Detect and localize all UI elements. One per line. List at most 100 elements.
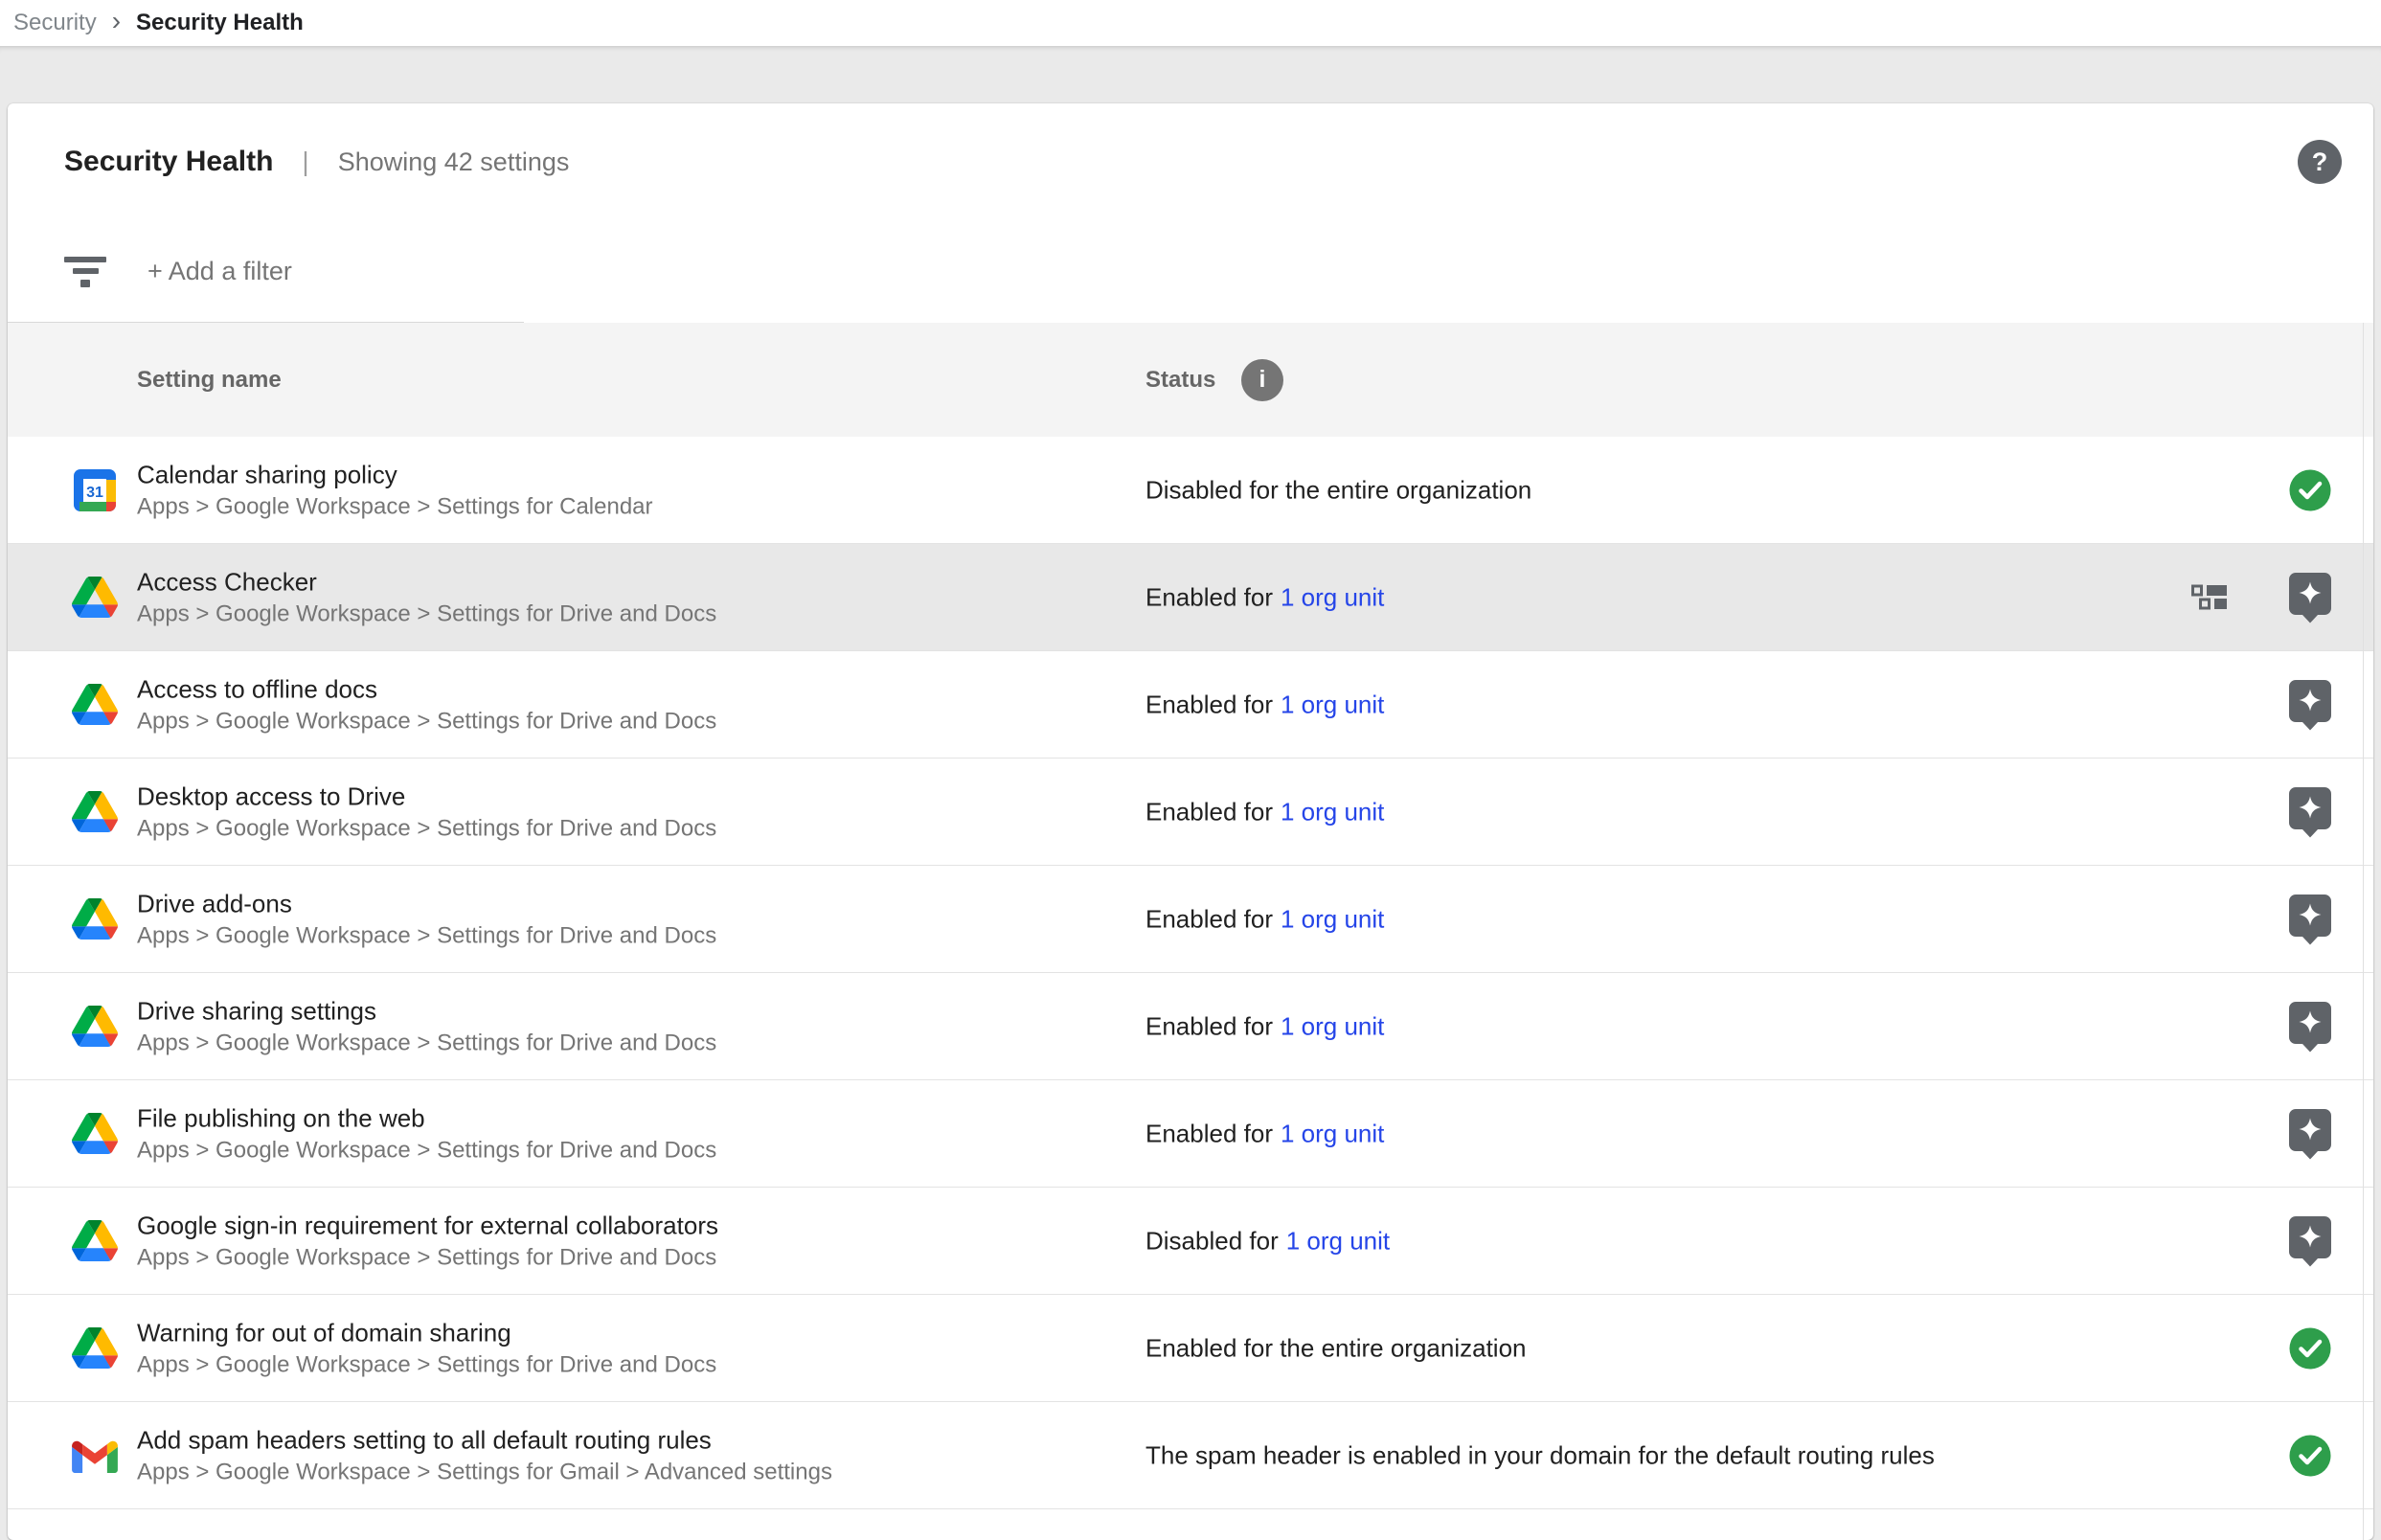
status-ok-check-icon [2288, 1434, 2332, 1478]
setting-row[interactable]: Google sign-in requirement for external … [8, 1188, 2373, 1295]
row-trailing-icons [2288, 1215, 2332, 1267]
setting-row[interactable]: Warning for out of domain sharing Apps >… [8, 1295, 2373, 1402]
settings-list: 31 Calendar sharing policy Apps > Google… [8, 437, 2373, 1509]
status-org-unit-link[interactable]: 1 org unit [1286, 1226, 1390, 1255]
status-text: Enabled for [1145, 904, 1273, 933]
row-text: Google sign-in requirement for external … [137, 1209, 718, 1273]
app-icon [72, 1433, 118, 1479]
app-icon [72, 896, 118, 942]
setting-path: Apps > Google Workspace > Settings for D… [137, 705, 716, 736]
row-text: Calendar sharing policy Apps > Google Wo… [137, 458, 653, 522]
status-text: Enabled for the entire organization [1145, 1333, 1527, 1362]
org-units-icon [2191, 584, 2234, 610]
setting-name: Google sign-in requirement for external … [137, 1209, 718, 1241]
recommendation-flag-icon[interactable] [2288, 572, 2332, 623]
setting-status: Disabled for the entire organization [1145, 475, 1531, 505]
row-trailing-icons [2288, 1434, 2332, 1478]
recommendation-flag-icon[interactable] [2288, 1108, 2332, 1160]
drive-app-icon [72, 1113, 118, 1154]
drive-app-icon [72, 1006, 118, 1047]
app-icon [72, 1325, 118, 1371]
row-trailing-icons [2288, 1108, 2332, 1160]
setting-row[interactable]: Add spam headers setting to all default … [8, 1402, 2373, 1509]
column-status: Status [1145, 367, 1215, 394]
help-icon[interactable]: ? [2298, 140, 2342, 184]
setting-row[interactable]: Drive add-ons Apps > Google Workspace > … [8, 866, 2373, 973]
breadcrumb-parent-link[interactable]: Security [13, 10, 97, 36]
setting-status: Enabled for1 org unit [1145, 1119, 1384, 1148]
app-icon [72, 1218, 118, 1264]
setting-path: Apps > Google Workspace > Settings for D… [137, 598, 716, 629]
setting-path: Apps > Google Workspace > Settings for D… [137, 1348, 716, 1380]
status-ok-check-icon [2288, 1326, 2332, 1370]
setting-row[interactable]: File publishing on the web Apps > Google… [8, 1080, 2373, 1188]
setting-name: Add spam headers setting to all default … [137, 1423, 832, 1456]
breadcrumb: Security › Security Health [0, 0, 2381, 46]
row-trailing-icons [2288, 786, 2332, 838]
status-org-unit-link[interactable]: 1 org unit [1281, 1119, 1384, 1147]
setting-status: Enabled for 1 org unit [1145, 797, 1384, 827]
recommendation-flag-icon[interactable] [2288, 786, 2332, 838]
setting-row[interactable]: Desktop access to Drive Apps > Google Wo… [8, 759, 2373, 866]
status-text: Enabled for [1145, 797, 1273, 826]
drive-app-icon [72, 898, 118, 940]
setting-path: Apps > Google Workspace > Settings for D… [137, 812, 716, 844]
row-trailing-icons [2288, 468, 2332, 512]
setting-row[interactable]: Access to offline docs Apps > Google Wor… [8, 651, 2373, 759]
gmail-app-icon [72, 1438, 118, 1473]
setting-status: Enabled for1 org unit [1145, 1011, 1384, 1041]
recommendation-flag-icon[interactable] [2288, 679, 2332, 731]
status-org-unit-link[interactable]: 1 org unit [1281, 582, 1384, 611]
status-org-unit-link[interactable]: 1 org unit [1281, 904, 1384, 933]
add-filter-button[interactable]: + Add a filter [147, 257, 292, 286]
setting-path: Apps > Google Workspace > Settings for D… [137, 1027, 716, 1058]
setting-name: Desktop access to Drive [137, 780, 716, 812]
settings-count: Showing 42 settings [338, 147, 570, 177]
status-org-unit-link[interactable]: 1 org unit [1281, 797, 1384, 826]
status-org-unit-link[interactable]: 1 org unit [1281, 690, 1384, 718]
recommendation-flag-icon[interactable] [2288, 894, 2332, 945]
drive-app-icon [72, 1220, 118, 1261]
setting-path: Apps > Google Workspace > Settings for D… [137, 919, 716, 951]
security-health-card: Security Health | Showing 42 settings ? … [8, 103, 2373, 1540]
app-icon [72, 682, 118, 728]
setting-name: Warning for out of domain sharing [137, 1316, 716, 1348]
status-info-icon[interactable]: i [1241, 359, 1283, 401]
page-background: Security Health | Showing 42 settings ? … [0, 46, 2381, 1488]
scrollbar-track[interactable] [2363, 323, 2364, 1540]
app-icon: 31 [72, 467, 118, 513]
setting-path: Apps > Google Workspace > Settings for D… [137, 1134, 716, 1166]
row-text: Add spam headers setting to all default … [137, 1423, 832, 1487]
setting-name: File publishing on the web [137, 1101, 716, 1134]
setting-row[interactable]: Access Checker Apps > Google Workspace >… [8, 544, 2373, 651]
app-icon [72, 1004, 118, 1050]
setting-row[interactable]: Drive sharing settings Apps > Google Wor… [8, 973, 2373, 1080]
help-glyph: ? [2312, 147, 2328, 177]
status-org-unit-link[interactable]: 1 org unit [1281, 1011, 1384, 1040]
app-icon [72, 575, 118, 621]
row-trailing-icons [2191, 572, 2332, 623]
row-trailing-icons [2288, 894, 2332, 945]
column-setting-name: Setting name [137, 367, 282, 394]
setting-name: Calendar sharing policy [137, 458, 653, 490]
status-text: The spam header is enabled in your domai… [1145, 1440, 1935, 1469]
recommendation-flag-icon[interactable] [2288, 1215, 2332, 1267]
setting-status: Enabled for 1 org unit [1145, 582, 1384, 612]
setting-path: Apps > Google Workspace > Settings for C… [137, 490, 653, 522]
row-text: Desktop access to Drive Apps > Google Wo… [137, 780, 716, 844]
drive-app-icon [72, 1327, 118, 1369]
drive-app-icon [72, 684, 118, 725]
info-glyph: i [1259, 366, 1266, 394]
status-text: Enabled for [1145, 582, 1273, 611]
row-trailing-icons [2288, 1001, 2332, 1053]
row-trailing-icons [2288, 679, 2332, 731]
filter-funnel-icon[interactable] [64, 257, 106, 287]
setting-status: Enabled for 1 org unit [1145, 904, 1384, 934]
table-header: Setting name Status i [8, 323, 2373, 437]
setting-name: Access to offline docs [137, 672, 716, 705]
status-ok-check-icon [2288, 468, 2332, 512]
setting-path: Apps > Google Workspace > Settings for D… [137, 1241, 718, 1273]
recommendation-flag-icon[interactable] [2288, 1001, 2332, 1053]
drive-app-icon [72, 577, 118, 618]
setting-row[interactable]: 31 Calendar sharing policy Apps > Google… [8, 437, 2373, 544]
